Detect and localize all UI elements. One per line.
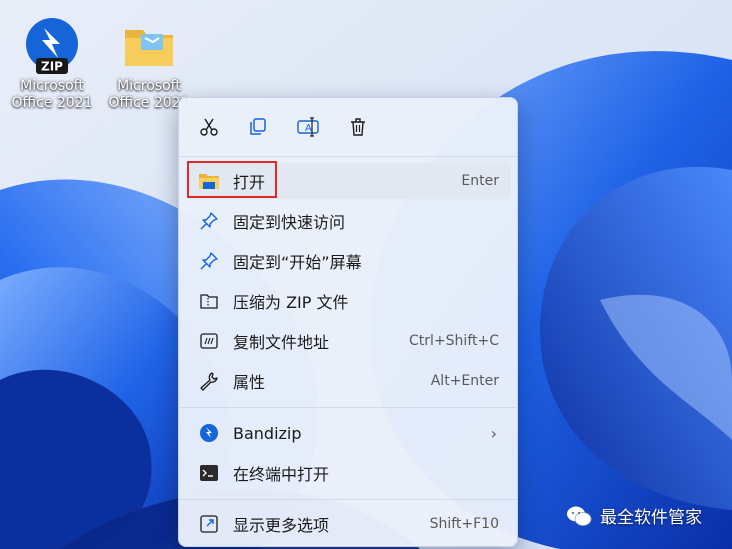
chevron-right-icon: › bbox=[490, 423, 497, 443]
menu-item-label: 在终端中打开 bbox=[233, 465, 330, 484]
bandizip-icon bbox=[197, 421, 221, 445]
copy-button[interactable] bbox=[243, 112, 273, 142]
copy-path-icon bbox=[197, 329, 221, 353]
watermark-text: 最全软件管家 bbox=[600, 508, 702, 528]
menu-separator bbox=[179, 156, 517, 157]
menu-item-label: Bandizip bbox=[233, 423, 302, 443]
delete-button[interactable] bbox=[343, 112, 373, 142]
menu-item-properties[interactable]: 属性 Alt+Enter bbox=[187, 363, 511, 399]
menu-item-label: 固定到快速访问 bbox=[233, 213, 346, 232]
menu-item-pin-quick-access[interactable]: 固定到快速访问 bbox=[187, 203, 511, 239]
cut-button[interactable] bbox=[194, 112, 224, 142]
wechat-icon bbox=[567, 506, 592, 526]
rename-button[interactable]: A bbox=[293, 112, 323, 142]
desktop-icon-archive[interactable]: ZIP Microsoft Office 2021 bbox=[6, 16, 98, 112]
more-options-icon bbox=[197, 512, 221, 536]
wrench-icon bbox=[197, 369, 221, 393]
cut-icon bbox=[200, 118, 218, 136]
menu-separator bbox=[179, 499, 517, 500]
menu-item-copy-path[interactable]: 复制文件地址 Ctrl+Shift+C bbox=[187, 323, 511, 359]
folder-icon bbox=[119, 16, 179, 76]
watermark: 最全软件管家 bbox=[566, 503, 702, 528]
menu-separator bbox=[179, 407, 517, 408]
bandizip-archive-icon: ZIP bbox=[22, 16, 82, 76]
terminal-icon bbox=[197, 461, 221, 485]
menu-item-compress-zip[interactable]: 压缩为 ZIP 文件 bbox=[187, 283, 511, 319]
menu-item-show-more-options[interactable]: 显示更多选项 Shift+F10 bbox=[187, 506, 511, 542]
context-menu-toolbar: A bbox=[179, 98, 517, 156]
menu-item-bandizip[interactable]: Bandizip › bbox=[187, 415, 511, 451]
menu-item-shortcut: Enter bbox=[461, 173, 499, 189]
menu-item-label: 固定到“开始”屏幕 bbox=[233, 253, 362, 272]
rename-icon: A bbox=[297, 117, 319, 137]
zip-badge: ZIP bbox=[41, 60, 63, 74]
menu-item-pin-start[interactable]: 固定到“开始”屏幕 bbox=[187, 243, 511, 279]
copy-icon bbox=[250, 118, 266, 135]
pin-icon bbox=[197, 249, 221, 273]
zip-folder-icon bbox=[197, 289, 221, 313]
desktop-icon-label-line1: Microsoft bbox=[20, 78, 84, 94]
pin-icon bbox=[197, 209, 221, 233]
menu-item-label: 属性 bbox=[233, 373, 266, 392]
menu-item-open-terminal[interactable]: 在终端中打开 bbox=[187, 455, 511, 491]
desktop-icon-label-line1: Microsoft bbox=[117, 78, 181, 94]
desktop-icon-label-line2: Office 2021 bbox=[11, 95, 93, 111]
svg-text:A: A bbox=[305, 123, 312, 134]
annotation-highlight-box bbox=[187, 161, 277, 198]
menu-item-label: 复制文件地址 bbox=[233, 333, 330, 352]
menu-item-label: 显示更多选项 bbox=[233, 516, 330, 535]
menu-item-shortcut: Ctrl+Shift+C bbox=[409, 333, 499, 349]
delete-icon bbox=[351, 118, 365, 136]
menu-item-shortcut: Shift+F10 bbox=[429, 516, 499, 532]
menu-item-shortcut: Alt+Enter bbox=[430, 373, 499, 389]
menu-item-label: 压缩为 ZIP 文件 bbox=[233, 293, 349, 312]
